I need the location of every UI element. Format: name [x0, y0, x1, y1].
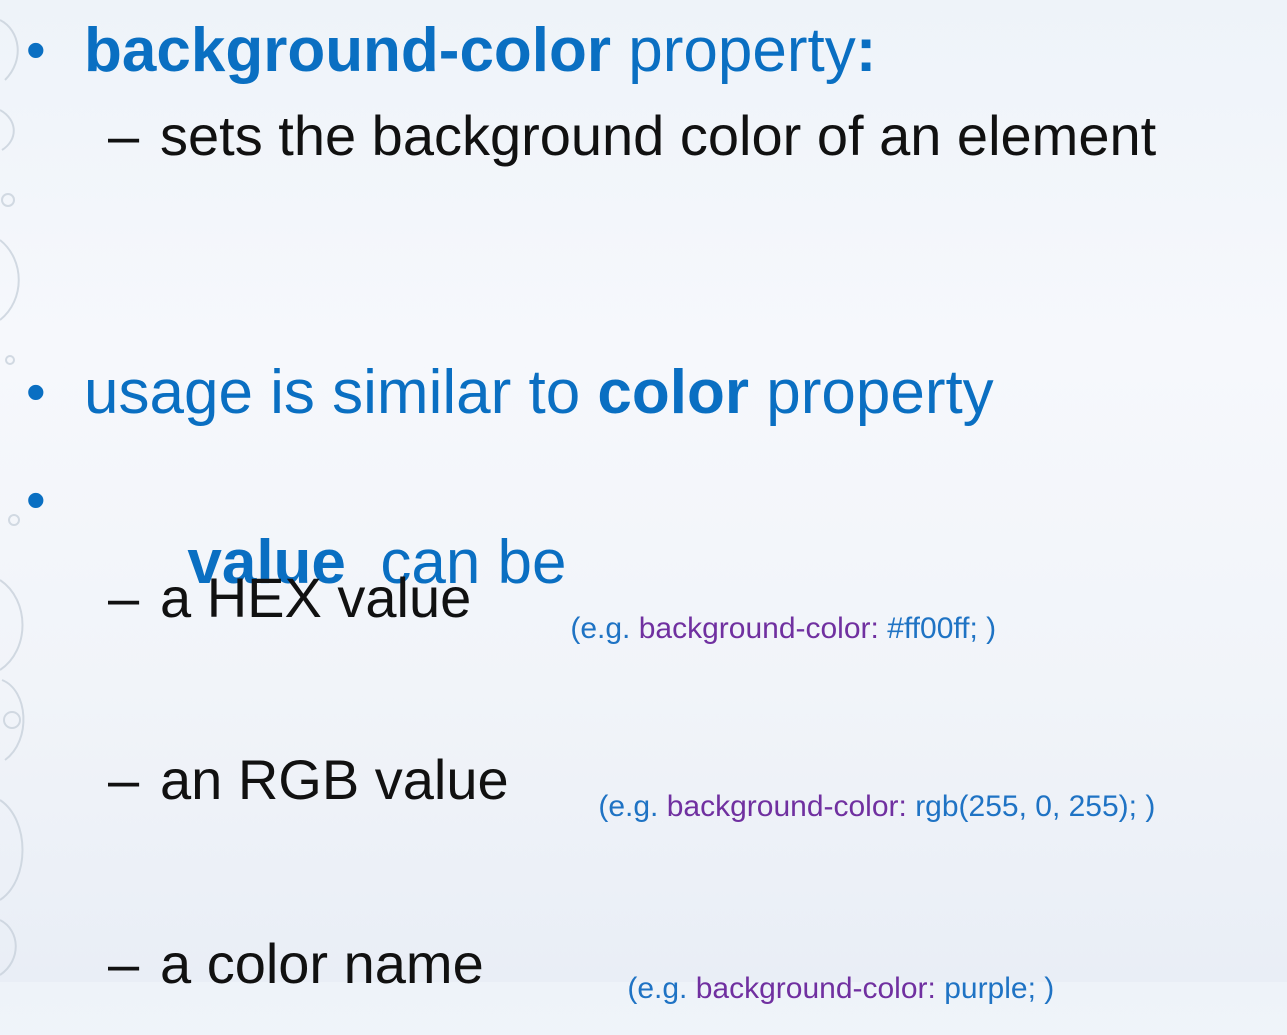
example-value: purple; ) [935, 972, 1055, 1005]
background-color-keyword: background-color [84, 16, 612, 85]
example-property: background-color: [666, 790, 907, 823]
dash-marker: – [108, 104, 140, 167]
usage-text: usage is similar to [84, 358, 598, 427]
example-open: (e.g. [627, 972, 696, 1005]
property-text: property [749, 358, 994, 427]
sub-item-text: a HEX value [160, 566, 472, 629]
sub-item-text: an RGB value [160, 748, 509, 811]
sub-item-sets-background-color: – sets the background color of an element [108, 108, 1156, 164]
property-text: property [611, 16, 856, 85]
bullet-marker: • [26, 18, 46, 81]
color-keyword: color [597, 358, 750, 427]
sub-item-rgb-value: – an RGB value [108, 752, 509, 808]
sub-item-color-name: – a color name [108, 936, 484, 992]
example-value: #ff00ff; ) [878, 612, 997, 645]
example-value: rgb(255, 0, 255); ) [906, 790, 1156, 823]
example-open: (e.g. [598, 790, 667, 823]
dash-marker: – [108, 566, 140, 629]
sub-item-text: sets the background color of an element [160, 104, 1157, 167]
dash-marker: – [108, 748, 140, 811]
rgb-example: (e.g. background-color: rgb(255, 0, 255)… [565, 762, 1155, 852]
example-open: (e.g. [570, 612, 639, 645]
example-property: background-color: [638, 612, 879, 645]
sub-item-hex-value: – a HEX value [108, 570, 471, 626]
slide-content: • background-color property: – sets the b… [0, 0, 1287, 1004]
bullet-marker: • [26, 468, 46, 531]
example-property: background-color: [695, 972, 936, 1005]
colon: : [855, 16, 877, 85]
sub-item-text: a color name [160, 932, 484, 995]
bullet-marker: • [26, 360, 46, 423]
hex-example: (e.g. background-color: #ff00ff; ) [537, 584, 996, 674]
color-name-example: (e.g. background-color: purple; ) [594, 944, 1054, 1034]
dash-marker: – [108, 932, 140, 995]
